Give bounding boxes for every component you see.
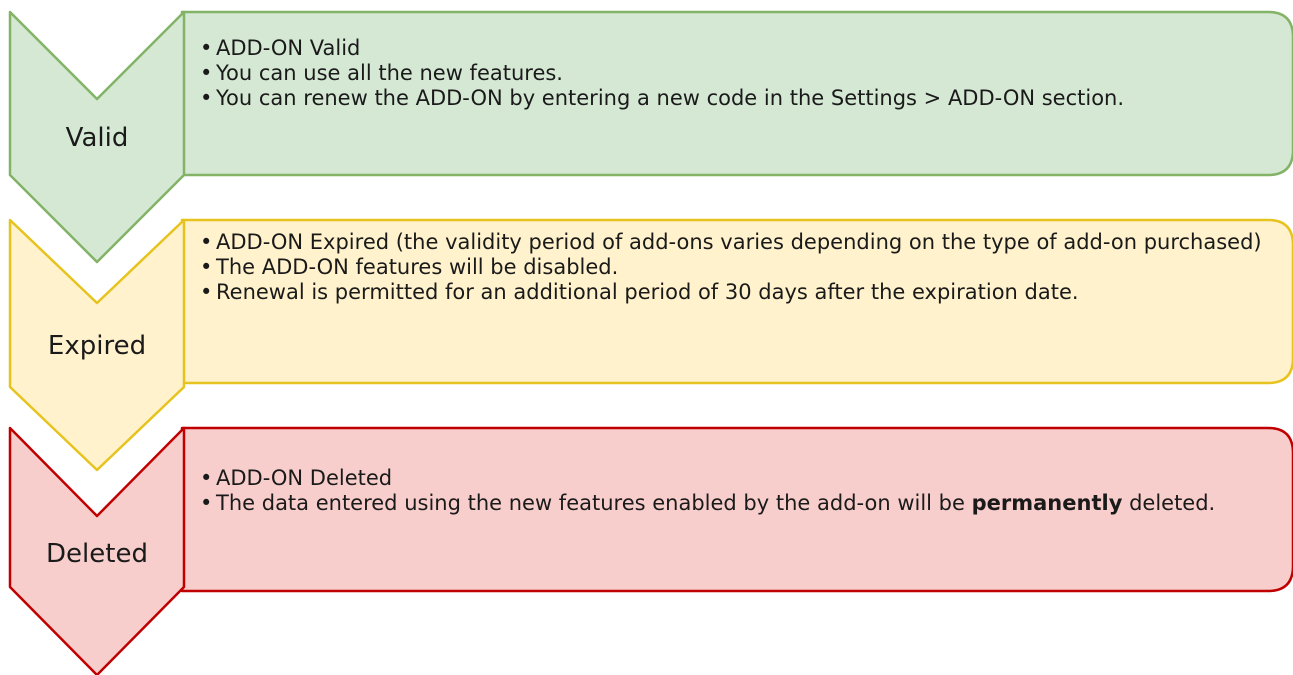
bullet-item: The data entered using the new features …	[200, 491, 1250, 516]
bullet-item: Renewal is permitted for an additional p…	[200, 280, 1280, 305]
valid-bullet-list: ADD-ON Valid You can use all the new fea…	[200, 36, 1270, 111]
expired-bullet-list: ADD-ON Expired (the validity period of a…	[200, 230, 1280, 305]
bullet-item: ADD-ON Valid	[200, 36, 1270, 61]
bullet-emphasis: permanently	[971, 491, 1123, 515]
stage-label-valid: Valid	[65, 123, 129, 153]
bullet-item: ADD-ON Expired (the validity period of a…	[200, 230, 1280, 255]
bullet-item: You can renew the ADD-ON by entering a n…	[200, 86, 1270, 111]
bullet-text: The data entered using the new features …	[216, 491, 972, 515]
deleted-bullet-list: ADD-ON Deleted The data entered using th…	[200, 466, 1250, 516]
bullet-text: deleted.	[1122, 491, 1216, 515]
stage-label-deleted: Deleted	[46, 539, 148, 569]
bullet-item: ADD-ON Deleted	[200, 466, 1250, 491]
bullet-item: The ADD-ON features will be disabled.	[200, 255, 1280, 280]
stage-label-expired: Expired	[47, 331, 147, 361]
bullet-item: You can use all the new features.	[200, 61, 1270, 86]
